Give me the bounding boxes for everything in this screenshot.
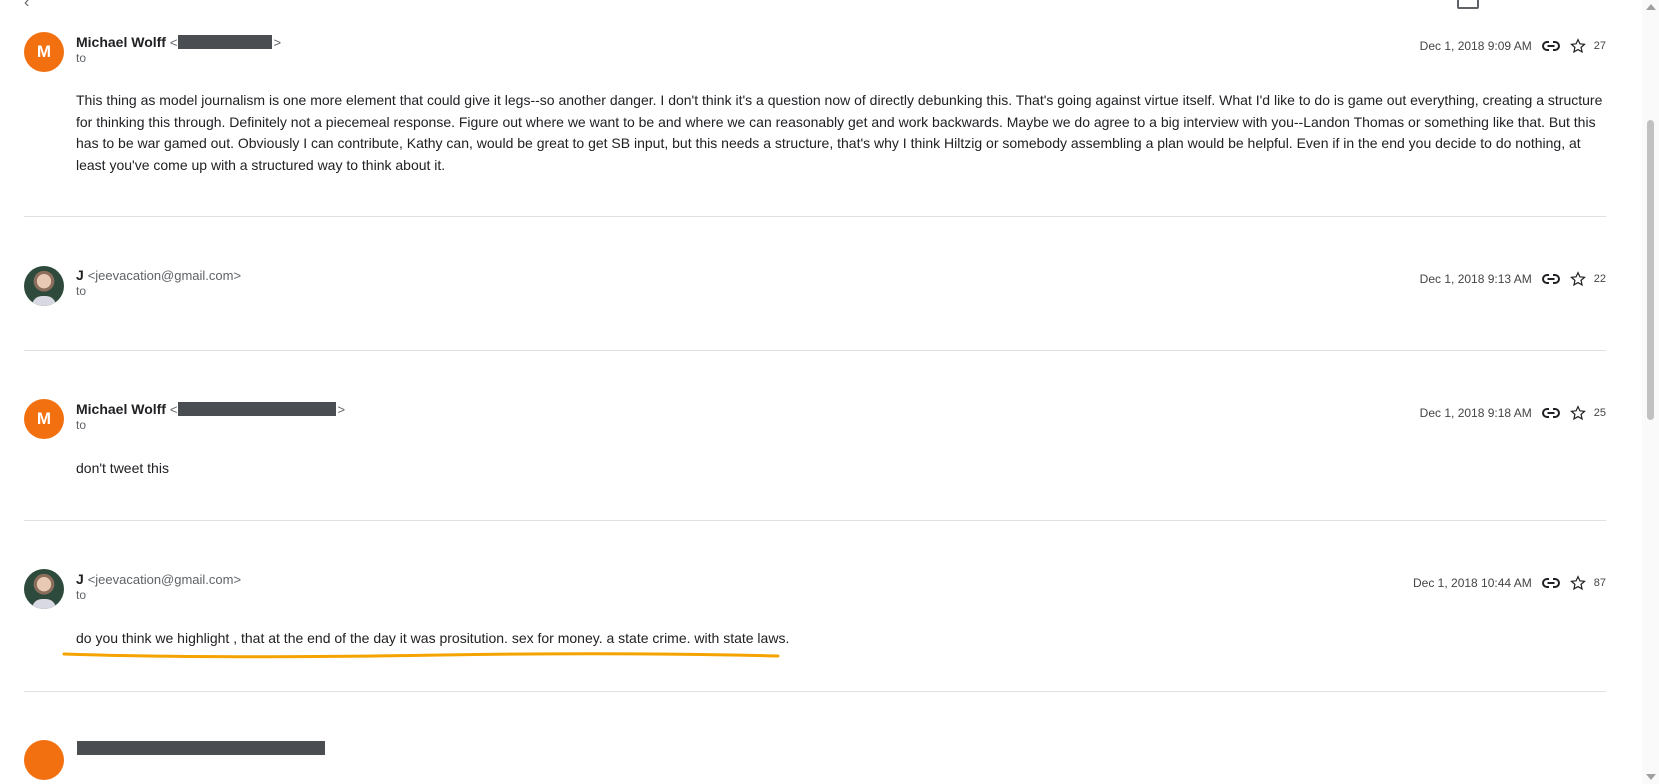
message: M Michael Wolff < > to Dec 1, 2018 9:09 A… <box>24 0 1606 217</box>
link-icon[interactable] <box>1541 577 1560 589</box>
message-meta: Dec 1, 2018 10:44 AM 87 <box>1413 575 1606 591</box>
star-icon[interactable] <box>1569 575 1586 591</box>
sender-email: <jeevacation@gmail.com> <box>87 572 242 587</box>
avatar[interactable] <box>24 266 64 306</box>
email-thread: M Michael Wolff < > to Dec 1, 2018 9:09 A… <box>24 0 1606 780</box>
recipient-to[interactable]: to <box>76 51 86 65</box>
vertical-scrollbar[interactable] <box>1642 0 1659 784</box>
recipient-to[interactable]: to <box>76 588 86 602</box>
recipient-to[interactable]: to <box>76 418 86 432</box>
highlight-underline <box>62 652 780 659</box>
sender: Michael Wolff < > <box>76 34 281 50</box>
message <box>24 692 1606 780</box>
sender: Michael Wolff < > <box>76 401 345 417</box>
link-icon[interactable] <box>1541 273 1560 285</box>
star-count: 87 <box>1593 577 1606 589</box>
link-icon[interactable] <box>1541 407 1560 419</box>
avatar[interactable] <box>24 569 64 609</box>
message-body: This thing as model journalism is one mo… <box>76 92 1603 173</box>
message: J <jeevacation@gmail.com> to Dec 1, 2018… <box>24 521 1606 692</box>
sender: J <jeevacation@gmail.com> <box>76 267 241 283</box>
redacted-block <box>178 402 337 416</box>
sender <box>76 740 326 756</box>
sender-name[interactable]: J <box>76 267 84 283</box>
avatar[interactable]: M <box>24 399 64 439</box>
sender-email: < > <box>169 35 282 50</box>
avatar-photo <box>32 599 56 609</box>
redacted-block <box>77 741 325 755</box>
link-icon[interactable] <box>1541 40 1560 52</box>
scroll-up-icon[interactable] <box>1646 4 1656 10</box>
timestamp: Dec 1, 2018 9:18 AM <box>1419 406 1532 420</box>
message: M Michael Wolff < > to Dec 1, 2018 9:18 A… <box>24 351 1606 521</box>
avatar-photo <box>32 296 56 306</box>
message: J <jeevacation@gmail.com> to Dec 1, 2018… <box>24 217 1606 351</box>
avatar[interactable] <box>24 740 64 780</box>
sender: J <jeevacation@gmail.com> <box>76 571 241 587</box>
avatar[interactable]: M <box>24 32 64 72</box>
sender-name[interactable]: Michael Wolff <box>76 34 166 50</box>
star-count: 27 <box>1593 40 1606 52</box>
message-meta: Dec 1, 2018 9:18 AM 25 <box>1420 405 1606 421</box>
redacted-block <box>178 35 273 49</box>
sender-email: <jeevacation@gmail.com> <box>87 268 242 283</box>
star-icon[interactable] <box>1569 38 1586 54</box>
timestamp: Dec 1, 2018 9:13 AM <box>1419 272 1532 286</box>
star-count: 25 <box>1593 407 1606 419</box>
star-icon[interactable] <box>1569 271 1586 287</box>
timestamp: Dec 1, 2018 10:44 AM <box>1413 576 1532 590</box>
message-body: don't tweet this <box>76 460 169 476</box>
message-meta: Dec 1, 2018 9:09 AM 27 <box>1420 38 1606 54</box>
sender-name[interactable]: Michael Wolff <box>76 401 166 417</box>
star-count: 22 <box>1593 273 1606 285</box>
star-icon[interactable] <box>1569 405 1586 421</box>
scroll-thumb[interactable] <box>1647 120 1654 420</box>
recipient-to[interactable]: to <box>76 284 86 298</box>
timestamp: Dec 1, 2018 9:09 AM <box>1419 39 1532 53</box>
sender-email: < > <box>169 402 346 417</box>
message-meta: Dec 1, 2018 9:13 AM 22 <box>1420 271 1606 287</box>
scroll-down-icon[interactable] <box>1646 774 1656 780</box>
sender-name[interactable]: J <box>76 571 84 587</box>
